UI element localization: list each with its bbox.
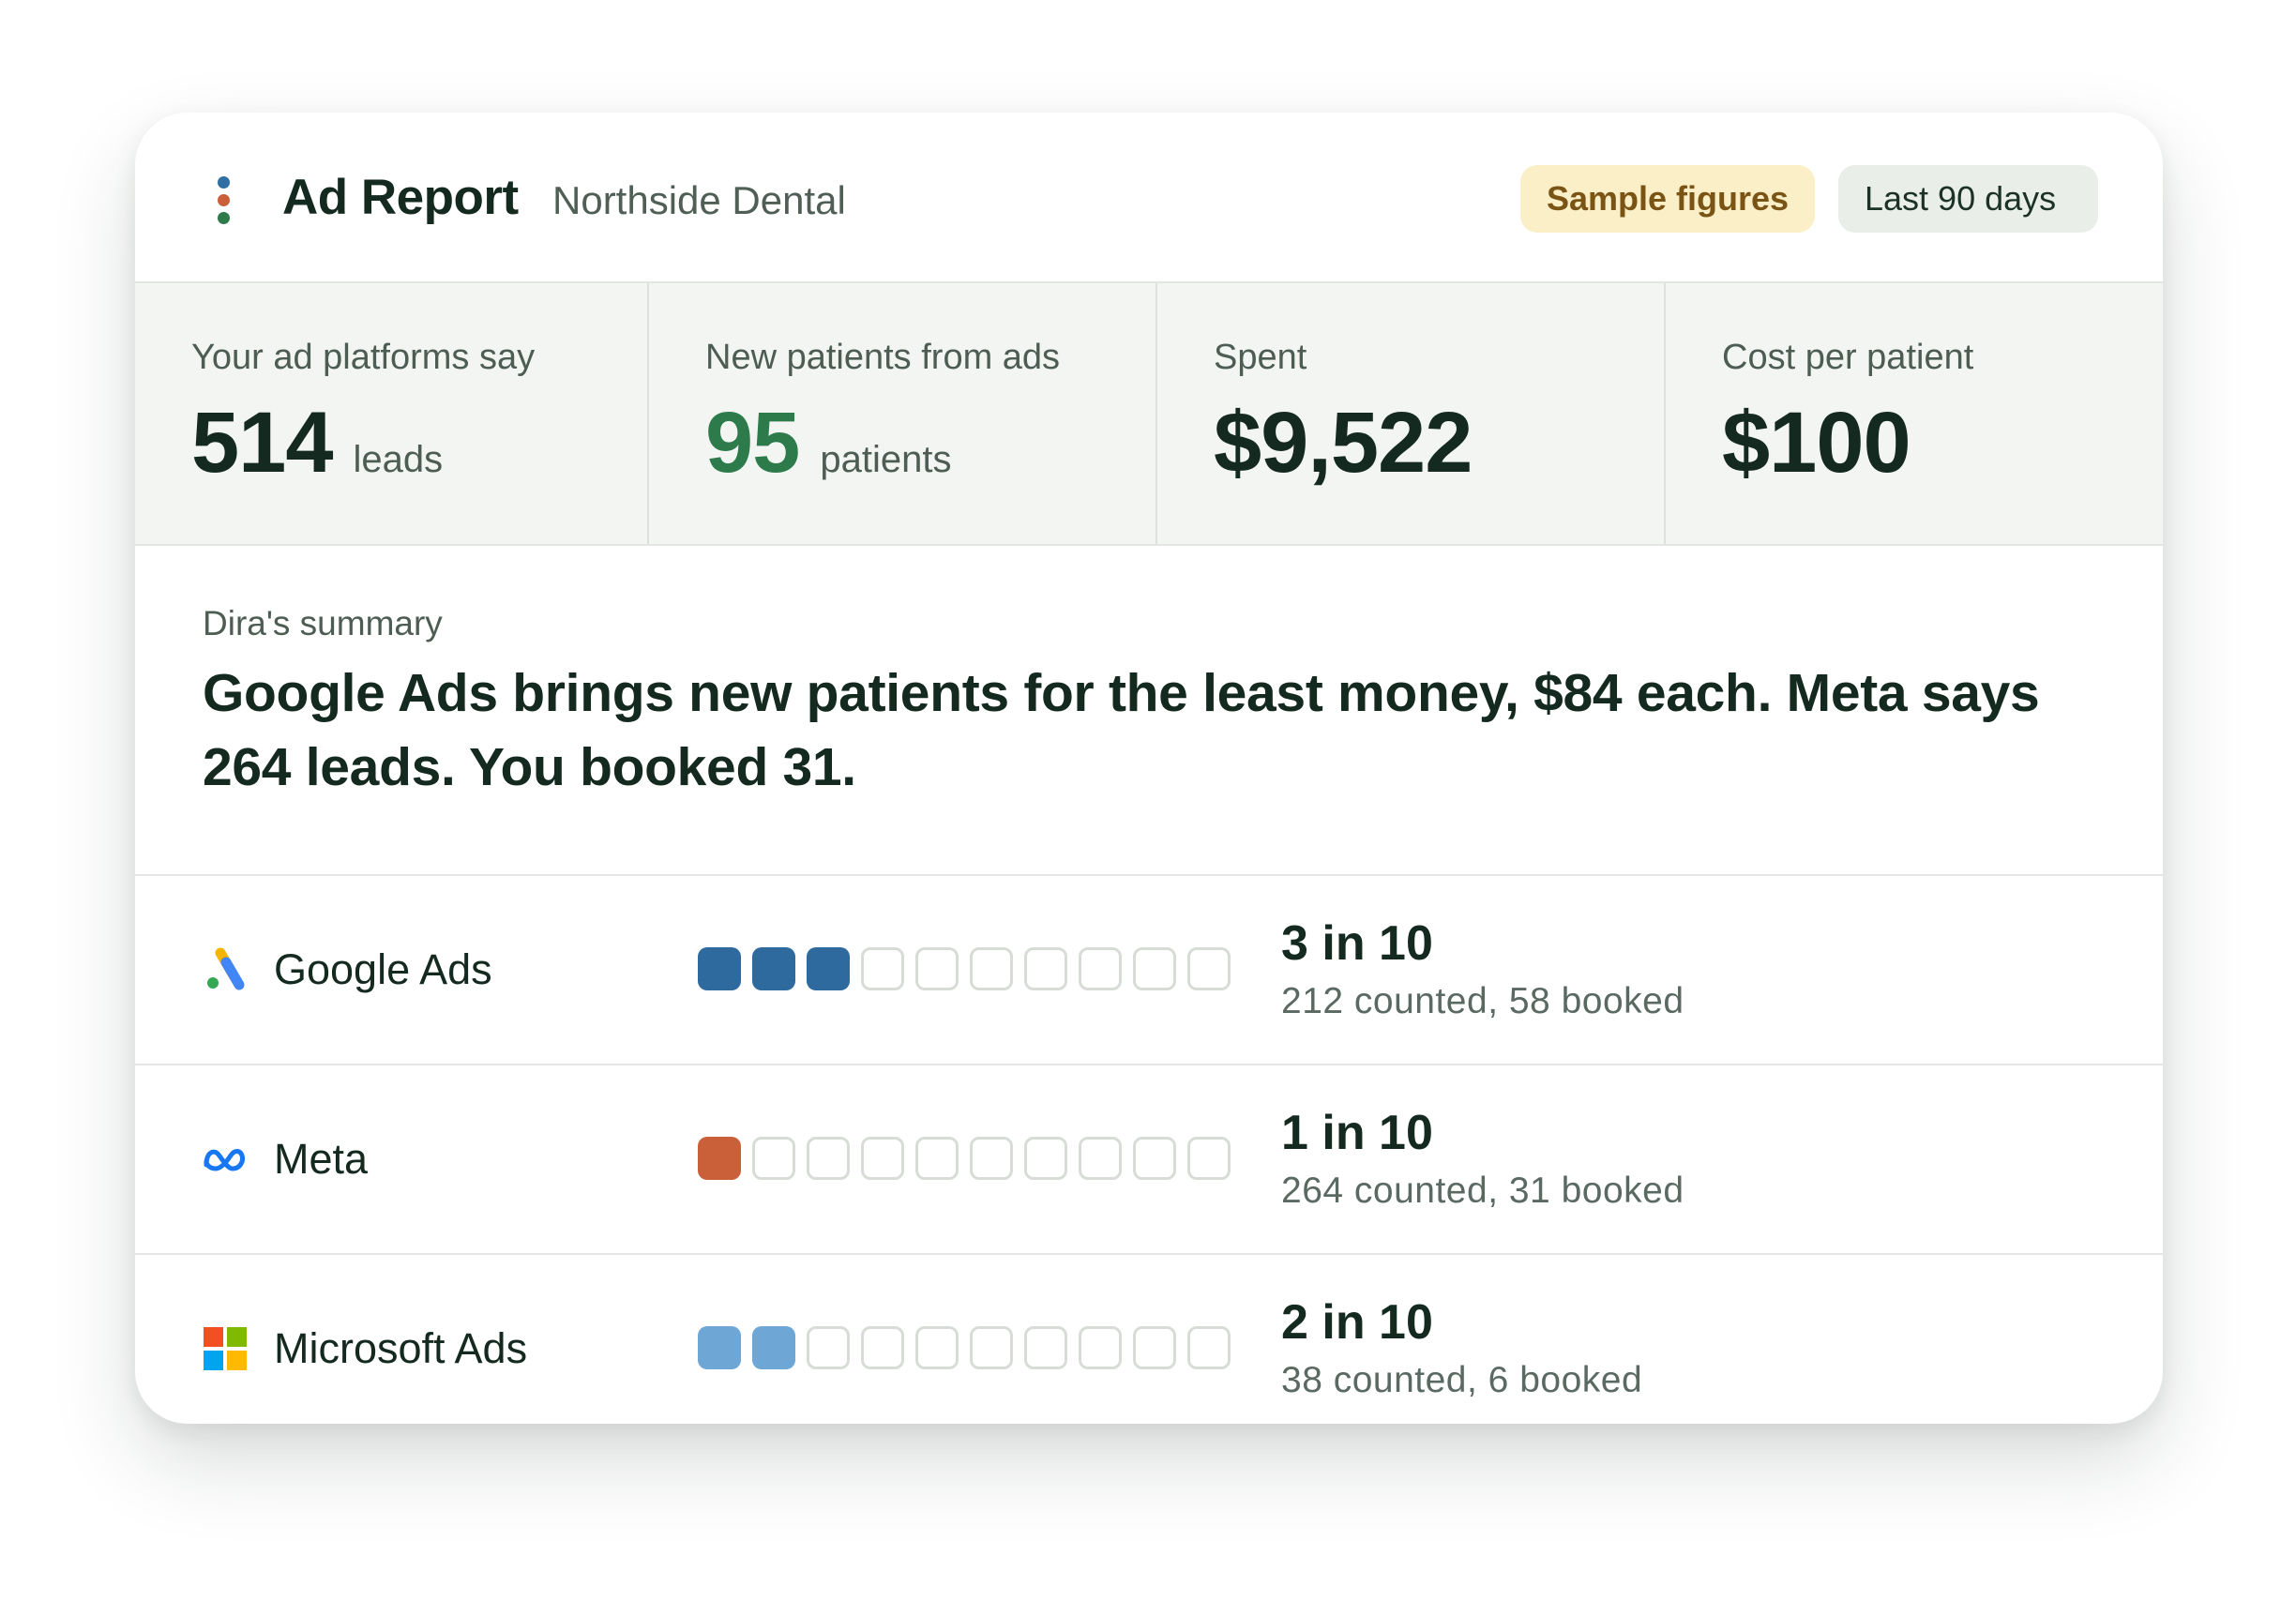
empty-square [970,947,1013,990]
empty-square [1024,1137,1067,1180]
metric-label: Cost per patient [1722,338,1974,377]
metric-value: $100 [1722,395,1911,491]
summary-text: Google Ads brings new patients for the l… [203,663,2040,797]
empty-square [915,1137,959,1180]
microsoft-icon [204,1327,247,1370]
platform-row-google-ads[interactable]: Google Ads 3 in 10 212 counted, 58 booke… [135,876,2163,1065]
metric-unit: leads [353,439,444,480]
report-header: Ad Report Northside Dental Sample figure… [135,113,2163,283]
metrics-strip: Your ad platforms say 514 leads New patie… [135,283,2163,546]
platform-row-microsoft-ads[interactable]: Microsoft Ads 2 in 10 38 counted, 6 book… [135,1255,2163,1424]
empty-square [1187,1326,1231,1369]
empty-square [1079,1326,1122,1369]
filled-square [752,1326,795,1369]
metric-unit: patients [820,439,952,480]
empty-square [915,947,959,990]
metric-label: New patients from ads [705,338,1061,377]
sample-figures-badge: Sample figures [1520,165,1815,233]
summary-section: Dira's summary Google Ads brings new pat… [135,546,2163,876]
empty-square [861,1137,904,1180]
empty-square [1024,1326,1067,1369]
empty-square [861,947,904,990]
empty-square [1187,947,1231,990]
meta-icon [204,1149,245,1171]
booking-ratio: 3 in 10 [1281,916,1433,971]
platform-name: Meta [274,1135,369,1183]
metric-spent: Spent $9,522 [1156,283,1664,544]
empty-square [1079,947,1122,990]
metric-label: Spent [1214,338,1307,377]
empty-square [970,1326,1013,1369]
platform-name: Google Ads [274,945,492,993]
filled-square [698,1326,741,1369]
empty-square [1024,947,1067,990]
metric-value: $9,522 [1214,395,1473,491]
empty-square [1133,1137,1176,1180]
platform-name: Microsoft Ads [274,1324,528,1372]
metric-platform-leads: Your ad platforms say 514 leads [135,283,647,544]
empty-square [1133,947,1176,990]
metric-value: 514 leads [191,395,444,491]
empty-square [861,1326,904,1369]
platform-detail: 212 counted, 58 booked [1281,981,1684,1021]
platform-detail: 38 counted, 6 booked [1281,1360,1643,1400]
metric-label: Your ad platforms say [191,338,536,377]
empty-square [970,1137,1013,1180]
page-title: Ad Report [282,170,519,225]
ad-report-card: Ad Report Northside Dental Sample figure… [135,113,2163,1424]
empty-square [1133,1326,1176,1369]
app-logo-icon [214,176,233,225]
filled-square [752,947,795,990]
platform-detail: 264 counted, 31 booked [1281,1171,1684,1211]
booking-ratio: 2 in 10 [1281,1295,1433,1350]
empty-square [1187,1137,1231,1180]
empty-square [807,1326,850,1369]
filled-square [807,947,850,990]
metric-new-patients: New patients from ads 95 patients [647,283,1156,544]
practice-name: Northside Dental [552,178,846,222]
empty-square [752,1137,795,1180]
google-ads-icon [207,947,245,990]
platform-row-meta[interactable]: Meta 1 in 10 264 counted, 31 booked [135,1065,2163,1255]
summary-label: Dira's summary [203,604,443,642]
metric-value: 95 patients [705,395,952,491]
empty-square [807,1137,850,1180]
empty-square [915,1326,959,1369]
empty-square [1079,1137,1122,1180]
metric-cost-per-patient: Cost per patient $100 [1664,283,2163,544]
booking-ratio: 1 in 10 [1281,1106,1433,1160]
filled-square [698,1137,741,1180]
date-range-button[interactable]: Last 90 days [1838,165,2098,233]
filled-square [698,947,741,990]
